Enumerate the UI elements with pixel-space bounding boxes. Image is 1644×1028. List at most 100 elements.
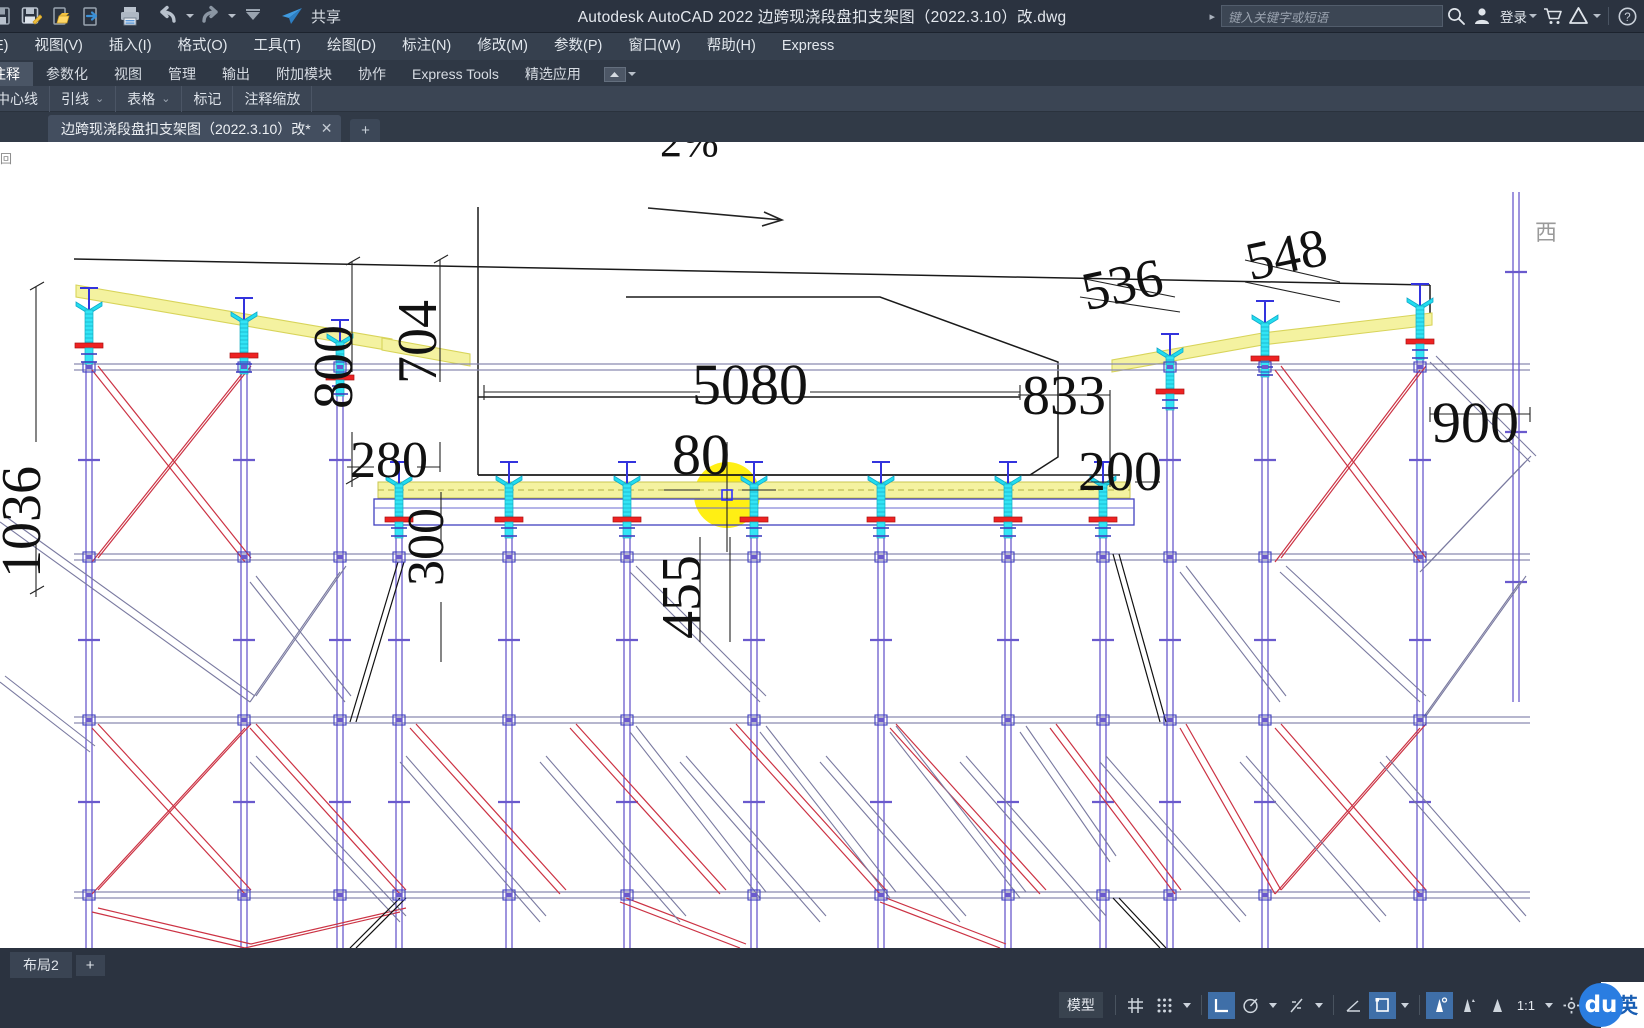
tab-featured-apps[interactable]: 精选应用: [512, 62, 594, 86]
signin-dropdown-icon[interactable]: [1527, 2, 1539, 30]
osnap-dropdown-icon[interactable]: [1312, 992, 1327, 1019]
scale-dropdown-icon[interactable]: [1541, 992, 1556, 1019]
menu-item-insert[interactable]: 插入(I): [96, 33, 165, 60]
panel-annotation-scaling[interactable]: 注释缩放: [233, 85, 313, 112]
plot-icon[interactable]: [115, 2, 145, 30]
customize-icon[interactable]: [238, 2, 268, 30]
panel-tables[interactable]: 表格 ⌄: [116, 85, 183, 112]
tab-parametric[interactable]: 参数化: [33, 62, 101, 86]
tab-manage[interactable]: 管理: [155, 62, 209, 86]
save-icon[interactable]: [0, 2, 16, 30]
dim-1036: 1036: [0, 466, 53, 578]
snap-dropdown-icon[interactable]: [1180, 992, 1195, 1019]
dim-833: 833: [1022, 365, 1106, 427]
grid-display-icon[interactable]: [1122, 992, 1149, 1019]
annotation-visibility-icon[interactable]: [1425, 991, 1453, 1019]
add-layout-button[interactable]: +: [75, 954, 105, 976]
drawing-canvas[interactable]: 回 1036 800 704 280 300 5080 80 455 536 5…: [0, 142, 1644, 948]
menu-item-help[interactable]: 帮助(H): [694, 33, 769, 60]
tab-express-tools[interactable]: Express Tools: [399, 62, 512, 86]
menu-item-window[interactable]: 窗口(W): [615, 33, 693, 60]
baidu-ime-logo-icon[interactable]: du: [1579, 983, 1623, 1027]
redo-dropdown-icon[interactable]: [226, 2, 238, 30]
panel-markup[interactable]: 标记: [182, 85, 234, 112]
ribbon-panel-bar: 中心线 引线 ⌄ 表格 ⌄ 标记 注释缩放: [0, 85, 1644, 112]
help-icon[interactable]: ?: [1614, 2, 1640, 30]
panel-leaders[interactable]: 引线 ⌄: [50, 85, 117, 112]
dim-200: 200: [1078, 441, 1162, 503]
save-as-icon[interactable]: [16, 2, 46, 30]
tab-output[interactable]: 输出: [209, 62, 263, 86]
open-icon[interactable]: [46, 2, 76, 30]
tab-view[interactable]: 视图: [101, 62, 155, 86]
dim-455: 455: [651, 555, 713, 639]
dim-5080: 5080: [692, 352, 808, 417]
autoscale-icon[interactable]: [1455, 992, 1482, 1019]
tab-addins[interactable]: 附加模块: [263, 62, 345, 86]
diagonal-braces-red: [91, 365, 1427, 948]
panel-leaders-label: 引线: [61, 90, 89, 107]
ucs-icon[interactable]: [1368, 991, 1396, 1019]
panel-markup-label: 标记: [193, 90, 222, 107]
chevron-down-icon[interactable]: ⌄: [95, 86, 104, 112]
status-divider-1: [1114, 995, 1116, 1015]
panel-centerline[interactable]: 中心线: [0, 85, 50, 112]
ribbon-minimize-icon[interactable]: [603, 66, 626, 82]
chevron-down-icon[interactable]: ⌄: [161, 86, 170, 112]
orientation-label-west: 西: [1535, 220, 1557, 245]
menu-item-edit[interactable]: E): [0, 33, 22, 60]
status-bar-tools: 模型 1:1: [1058, 991, 1585, 1019]
cart-icon[interactable]: [1539, 2, 1565, 30]
account-icon[interactable]: [1469, 2, 1495, 30]
snap-mode-icon[interactable]: [1151, 992, 1178, 1019]
polar-tracking-icon[interactable]: [1237, 992, 1264, 1019]
menu-item-tools[interactable]: 工具(T): [240, 33, 314, 60]
menu-item-parametric[interactable]: 参数(P): [541, 33, 615, 60]
ribbon-minimize-group[interactable]: [603, 60, 638, 88]
scaffold-drawing[interactable]: 1036 800 704 280 300 5080 80 455 536 548…: [0, 142, 1644, 948]
svg-text:?: ?: [1624, 12, 1630, 24]
ucs-dropdown-icon[interactable]: [1398, 992, 1413, 1019]
ortho-mode-icon[interactable]: [1207, 991, 1235, 1019]
menu-item-dimension[interactable]: 标注(N): [389, 33, 464, 60]
infocenter-expand-icon[interactable]: ▸: [1209, 10, 1215, 23]
share-label[interactable]: 共享: [311, 6, 341, 27]
titlebar-right-group: ▸ 键入关键字或短语 登录 ?: [1209, 0, 1644, 33]
undo-dropdown-icon[interactable]: [184, 2, 196, 30]
slope-annotation: [647, 207, 785, 227]
undo-icon[interactable]: [154, 2, 184, 30]
menu-item-express[interactable]: Express: [769, 33, 847, 60]
close-icon[interactable]: ✕: [321, 120, 333, 137]
ime-indicator[interactable]: du 英: [1579, 982, 1644, 1028]
menu-item-modify[interactable]: 修改(M): [464, 33, 541, 60]
export-icon[interactable]: [76, 2, 106, 30]
titlebar-divider: [1608, 7, 1609, 25]
menu-item-draw[interactable]: 绘图(D): [314, 33, 389, 60]
redo-icon[interactable]: [196, 2, 226, 30]
share-paperplane-icon[interactable]: [277, 2, 307, 30]
document-tab-bar: 边跨现浇段盘扣支架图（2022.3.10）改* ✕ +: [0, 112, 1644, 142]
rosette-nodes: [82, 361, 1427, 901]
model-space-button[interactable]: 模型: [1058, 992, 1103, 1018]
menu-item-format[interactable]: 格式(O): [165, 33, 241, 60]
object-snap-tracking-icon[interactable]: [1340, 992, 1367, 1019]
tab-annotate[interactable]: 注释: [0, 62, 33, 86]
document-tab-label: 边跨现浇段盘扣支架图（2022.3.10）改*: [61, 120, 311, 137]
search-icon[interactable]: [1443, 2, 1469, 30]
object-snap-icon[interactable]: [1283, 992, 1310, 1019]
layout-tab-2[interactable]: 布局2: [10, 952, 72, 978]
polar-dropdown-icon[interactable]: [1266, 992, 1281, 1019]
ribbon-minimize-dropdown-icon[interactable]: [626, 60, 638, 88]
search-input[interactable]: 键入关键字或短语: [1221, 5, 1443, 27]
tab-collaborate[interactable]: 协作: [345, 62, 399, 86]
autodesk-icon[interactable]: [1565, 2, 1591, 30]
signin-label[interactable]: 登录: [1500, 6, 1527, 26]
new-document-tab-button[interactable]: +: [350, 119, 381, 142]
panel-annotation-scaling-label: 注释缩放: [244, 90, 301, 107]
annotation-scale-label[interactable]: 1:1: [1513, 998, 1539, 1013]
document-tab-active[interactable]: 边跨现浇段盘扣支架图（2022.3.10）改* ✕: [48, 115, 342, 142]
dim-548: 548: [1240, 217, 1332, 293]
autodesk-dropdown-icon[interactable]: [1591, 2, 1603, 30]
menu-item-view[interactable]: 视图(V): [22, 33, 96, 60]
annotation-scale-icon[interactable]: [1484, 992, 1511, 1019]
